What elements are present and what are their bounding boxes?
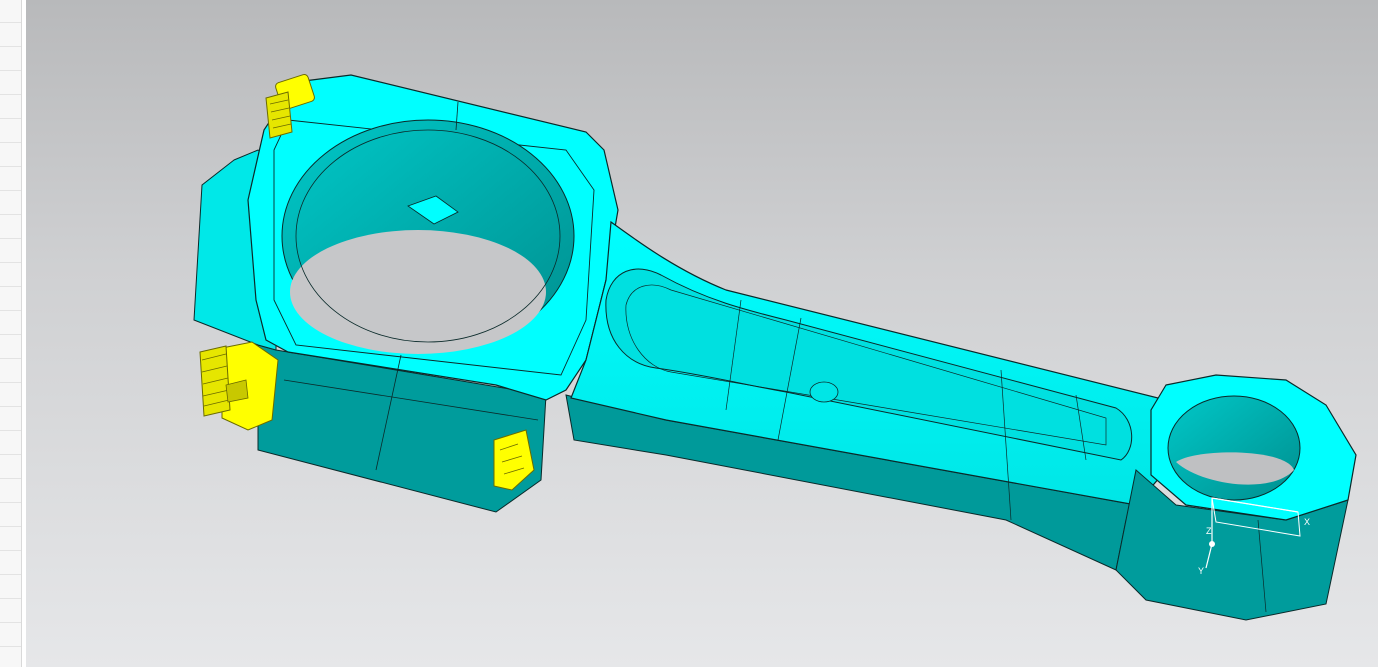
big-end-bore-through <box>290 230 546 354</box>
model-canvas[interactable]: X Y Z <box>26 0 1378 667</box>
side-strip-row-line <box>0 382 21 383</box>
side-strip-row-line <box>0 22 21 23</box>
side-strip-row-line <box>0 70 21 71</box>
side-strip-row-line <box>0 310 21 311</box>
side-strip-row-line <box>0 166 21 167</box>
side-strip-row-line <box>0 214 21 215</box>
rod-shaft[interactable] <box>565 220 1167 571</box>
side-strip-row-line <box>0 46 21 47</box>
side-strip-row-line <box>0 502 21 503</box>
side-strip-row-line <box>0 454 21 455</box>
side-strip-row-line <box>0 142 21 143</box>
bolt-upper-thread <box>265 91 293 139</box>
side-strip-row-line <box>0 478 21 479</box>
side-strip-row-line <box>0 574 21 575</box>
side-strip-row-line <box>0 358 21 359</box>
triad-x-label: X <box>1304 517 1310 527</box>
bolt-lower[interactable] <box>199 341 279 431</box>
triad-origin <box>1209 541 1215 547</box>
side-strip-row-line <box>0 622 21 623</box>
triad-y-label: Y <box>1198 566 1204 576</box>
shaft-boss <box>809 381 839 403</box>
side-strip-row-line <box>0 646 21 647</box>
side-strip-row-line <box>0 406 21 407</box>
left-panel-strip <box>0 0 22 667</box>
side-strip-row-line <box>0 118 21 119</box>
side-strip-row-line <box>0 286 21 287</box>
small-end[interactable] <box>1115 374 1357 621</box>
side-strip-row-line <box>0 430 21 431</box>
side-strip-row-line <box>0 334 21 335</box>
side-strip-row-line <box>0 550 21 551</box>
big-end[interactable] <box>193 74 619 513</box>
side-strip-row-line <box>0 238 21 239</box>
side-strip-row-line <box>0 526 21 527</box>
side-strip-row-line <box>0 598 21 599</box>
graphics-viewport[interactable]: X Y Z <box>26 0 1378 667</box>
side-strip-row-line <box>0 262 21 263</box>
side-strip-row-line <box>0 190 21 191</box>
side-strip-row-line <box>0 94 21 95</box>
triad-z-label: Z <box>1206 526 1212 536</box>
small-end-bore <box>1167 395 1301 501</box>
